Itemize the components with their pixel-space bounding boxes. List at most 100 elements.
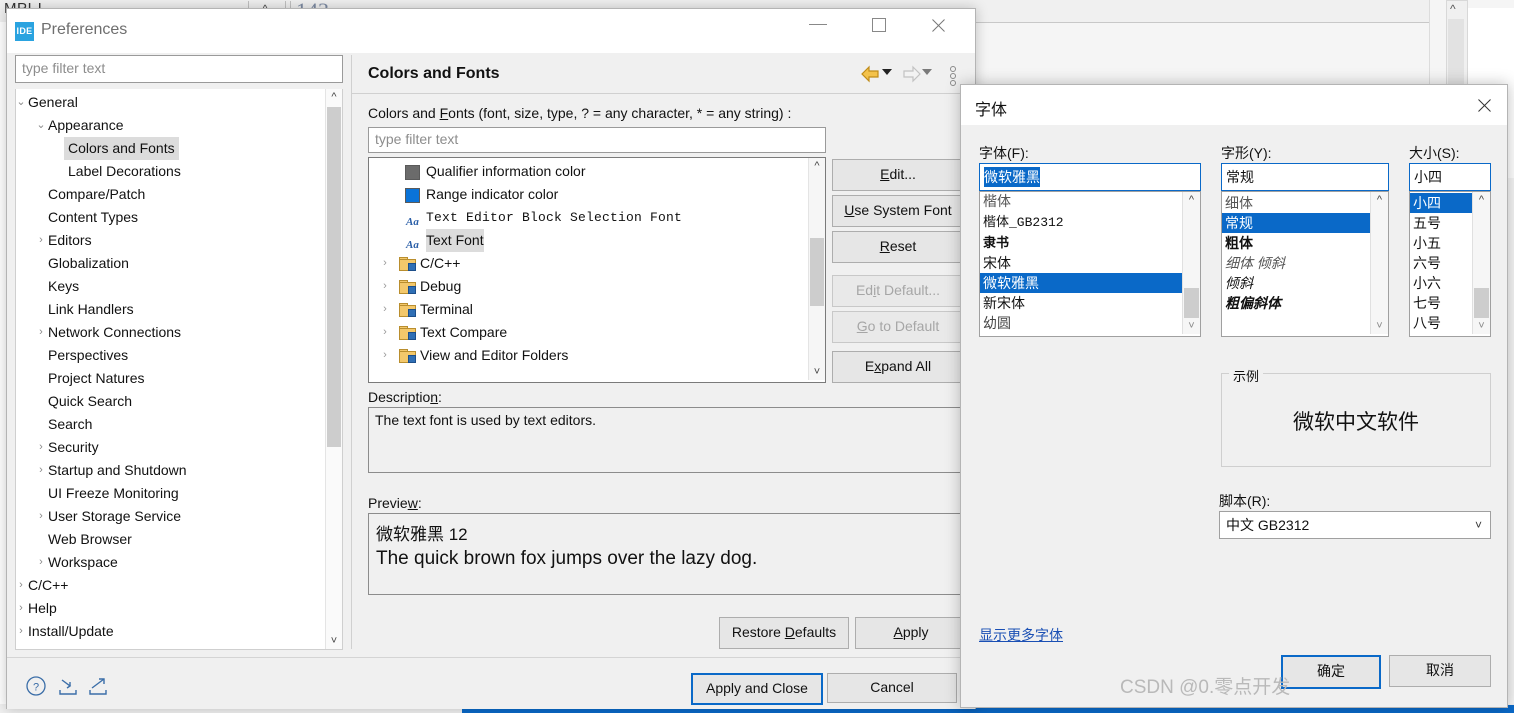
font-size-option[interactable]: 五号 — [1410, 213, 1473, 233]
scroll-down-icon[interactable]: ˅ — [1371, 318, 1388, 334]
restore-defaults-button[interactable]: Restore Defaults — [719, 617, 849, 649]
scroll-down-icon[interactable]: ˅ — [1473, 318, 1490, 334]
font-family-option[interactable]: 新宋体 — [980, 293, 1183, 313]
chevron-right-icon[interactable]: › — [379, 321, 391, 344]
chevron-right-icon[interactable]: › — [34, 551, 48, 574]
chevron-right-icon[interactable]: › — [379, 275, 391, 298]
scroll-down-icon[interactable]: ˅ — [809, 364, 825, 380]
font-size-option[interactable]: 六号 — [1410, 253, 1473, 273]
list-item[interactable]: › Text Compare — [369, 321, 809, 344]
chevron-right-icon[interactable]: › — [16, 574, 28, 597]
font-size-option[interactable]: 小五 — [1410, 233, 1473, 253]
preferences-tree[interactable]: ⌄ General ⌄ Appearance Colors and Fonts Label… — [15, 89, 343, 650]
list-item[interactable]: › Debug — [369, 275, 809, 298]
tree-scrollbar[interactable]: ^ ˅ — [325, 89, 342, 649]
font-style-option[interactable]: 细体 倾斜 — [1222, 253, 1373, 273]
font-family-option[interactable]: 隶书 — [980, 233, 1183, 253]
chevron-right-icon[interactable]: › — [34, 321, 48, 344]
list-item[interactable]: › Terminal — [369, 298, 809, 321]
font-style-list[interactable]: 细体 常规 粗体 细体 倾斜 倾斜 粗偏斜体 ^ ˅ — [1221, 191, 1389, 337]
apply-button[interactable]: Apply — [855, 617, 967, 649]
chevron-right-icon[interactable]: › — [379, 344, 391, 367]
list-item[interactable]: Aa Text Font — [369, 229, 809, 252]
chevron-right-icon[interactable]: › — [16, 597, 28, 620]
apply-and-close-button[interactable]: Apply and Close — [691, 673, 823, 705]
font-family-option[interactable]: 幼圆 — [980, 313, 1183, 333]
size-list-scrollbar[interactable]: ^ ˅ — [1472, 192, 1490, 334]
scrollbar-thumb[interactable] — [1184, 288, 1199, 318]
font-family-option[interactable]: 楷体_GB2312 — [980, 213, 1183, 233]
scroll-up-icon[interactable]: ^ — [1473, 192, 1490, 208]
reset-button[interactable]: Reset — [832, 231, 964, 263]
preferences-title-bar[interactable]: IDE Preferences — [7, 9, 975, 53]
scrollbar-thumb[interactable] — [810, 238, 824, 306]
chevron-right-icon[interactable]: › — [34, 436, 48, 459]
style-list-scrollbar[interactable]: ^ ˅ — [1370, 192, 1388, 334]
preferences-filter-input[interactable]: type filter text — [15, 55, 343, 83]
forward-arrow-icon[interactable] — [900, 64, 922, 84]
chevron-right-icon[interactable]: › — [379, 298, 391, 321]
forward-dropdown-icon[interactable] — [922, 69, 932, 75]
font-list-scrollbar[interactable]: ^ ˅ — [1182, 192, 1200, 334]
page-filter-input[interactable]: type filter text — [368, 127, 826, 153]
export-icon[interactable] — [87, 676, 109, 696]
font-style-option[interactable]: 粗偏斜体 — [1222, 293, 1373, 313]
expand-all-button[interactable]: Expand All — [832, 351, 964, 383]
list-item[interactable]: Aa Text Editor Block Selection Font — [369, 206, 809, 229]
help-icon[interactable]: ? — [25, 675, 47, 697]
chevron-right-icon[interactable]: › — [34, 505, 48, 528]
chevron-right-icon[interactable]: › — [16, 620, 28, 643]
font-dialog-close-button[interactable] — [1461, 85, 1507, 123]
font-style-option[interactable]: 倾斜 — [1222, 273, 1373, 293]
back-arrow-icon[interactable] — [860, 64, 882, 84]
list-scrollbar[interactable]: ^ ˅ — [808, 158, 825, 380]
font-dialog-cancel-button[interactable]: 取消 — [1389, 655, 1491, 687]
show-more-fonts-link[interactable]: 显示更多字体 — [979, 625, 1063, 645]
font-style-input[interactable]: 常规 — [1221, 163, 1389, 191]
scroll-up-icon[interactable]: ^ — [326, 89, 342, 105]
scroll-up-icon[interactable]: ^ — [1183, 192, 1200, 208]
chevron-right-icon[interactable]: › — [34, 459, 48, 482]
view-menu-icon[interactable] — [948, 65, 958, 86]
font-family-option[interactable]: 微软雅黑 — [980, 273, 1183, 293]
ok-button[interactable]: 确定 — [1281, 655, 1381, 689]
minimize-button[interactable] — [797, 9, 843, 41]
font-size-option[interactable]: 八号 — [1410, 313, 1473, 333]
font-family-option[interactable]: 楷体 — [980, 193, 1183, 213]
font-size-list[interactable]: 小四 五号 小五 六号 小六 七号 八号 ^ ˅ — [1409, 191, 1491, 337]
script-select[interactable]: 中文 GB2312 ˅ — [1219, 511, 1491, 539]
maximize-button[interactable] — [857, 9, 903, 41]
scroll-up-icon[interactable]: ^ — [809, 158, 825, 174]
chevron-up-icon[interactable]: ^ — [1450, 2, 1456, 16]
colors-and-fonts-list[interactable]: Qualifier information color Range indicat… — [368, 157, 826, 383]
chevron-right-icon[interactable]: › — [379, 252, 391, 275]
close-button[interactable] — [917, 9, 963, 41]
chevron-down-icon[interactable]: ⌄ — [16, 91, 28, 114]
font-size-option[interactable]: 小四 — [1410, 193, 1473, 213]
font-dialog-title-bar[interactable]: 字体 — [961, 85, 1507, 125]
scrollbar-thumb[interactable] — [327, 107, 341, 447]
list-item[interactable]: › View and Editor Folders — [369, 344, 809, 367]
back-dropdown-icon[interactable] — [882, 69, 892, 75]
font-size-input[interactable]: 小四 — [1409, 163, 1491, 191]
chevron-right-icon[interactable]: › — [34, 229, 48, 252]
edit-button[interactable]: Edit... — [832, 159, 964, 191]
use-system-font-button[interactable]: Use System Font — [832, 195, 964, 227]
scrollbar-thumb[interactable] — [1474, 288, 1489, 318]
go-to-default-button[interactable]: Go to Default — [832, 311, 964, 343]
scroll-down-icon[interactable]: ˅ — [1183, 318, 1200, 334]
edit-default-button[interactable]: Edit Default... — [832, 275, 964, 307]
cancel-button[interactable]: Cancel — [827, 673, 957, 703]
list-item[interactable]: Range indicator color — [369, 183, 809, 206]
font-style-option[interactable]: 常规 — [1222, 213, 1373, 233]
font-family-list[interactable]: 楷体 楷体_GB2312 隶书 宋体 微软雅黑 新宋体 幼圆 ^ ˅ — [979, 191, 1201, 337]
font-style-option[interactable]: 细体 — [1222, 193, 1373, 213]
chevron-down-icon[interactable]: ⌄ — [34, 114, 48, 137]
list-item[interactable]: Qualifier information color — [369, 160, 809, 183]
font-family-input[interactable]: 微软雅黑 — [979, 163, 1201, 191]
scroll-up-icon[interactable]: ^ — [1371, 192, 1388, 208]
font-style-option[interactable]: 粗体 — [1222, 233, 1373, 253]
font-size-option[interactable]: 七号 — [1410, 293, 1473, 313]
list-item[interactable]: › C/C++ — [369, 252, 809, 275]
font-size-option[interactable]: 小六 — [1410, 273, 1473, 293]
